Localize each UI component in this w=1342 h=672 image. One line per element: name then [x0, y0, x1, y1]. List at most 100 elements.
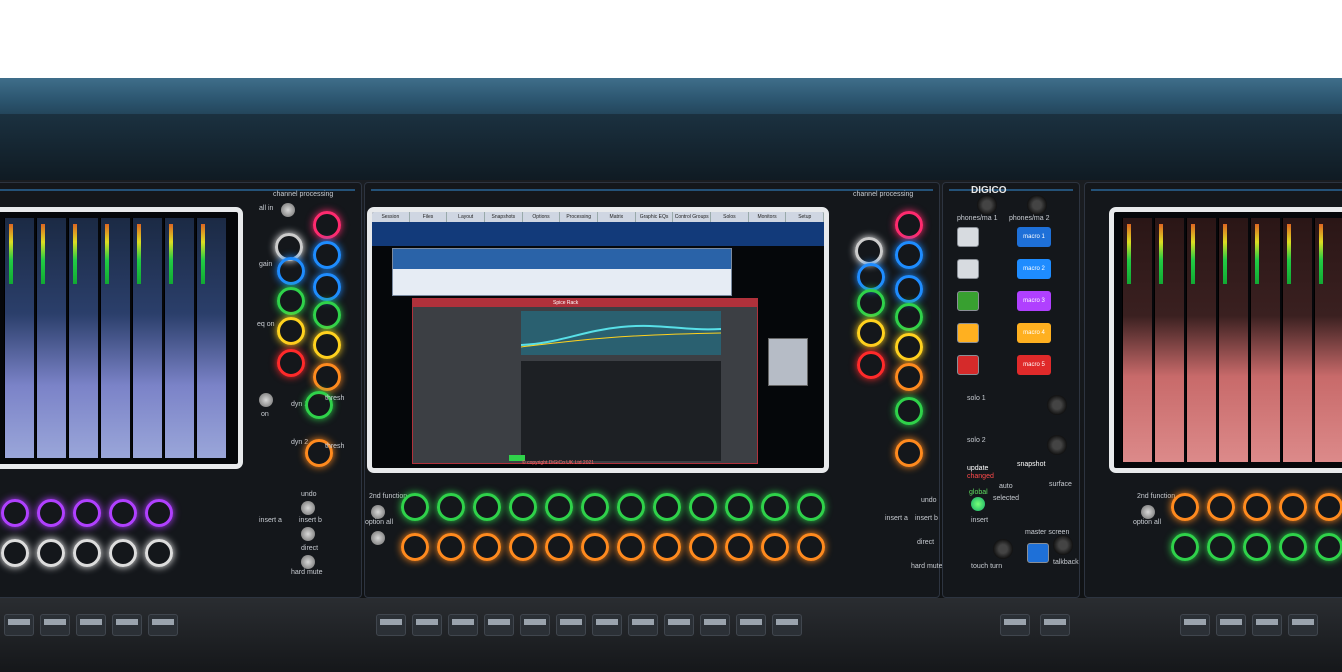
- rotary-ring-knob[interactable]: [1171, 533, 1199, 561]
- rotary-ring-knob[interactable]: [1243, 493, 1271, 521]
- fader-button[interactable]: [1216, 614, 1246, 636]
- rotary-ring-knob[interactable]: [73, 539, 101, 567]
- eq-freq-ring-knob[interactable]: [895, 303, 923, 331]
- rotary-ring-knob[interactable]: [545, 493, 573, 521]
- undo-button[interactable]: [301, 501, 315, 515]
- channel-strip[interactable]: [1218, 218, 1248, 462]
- phones1-knob[interactable]: [977, 195, 997, 215]
- second-function-button[interactable]: [371, 505, 385, 519]
- eq-curve-ring-knob[interactable]: [857, 351, 885, 379]
- channel-strip[interactable]: [132, 218, 162, 458]
- q-ring-knob[interactable]: [313, 273, 341, 301]
- tab-snapshots[interactable]: Snapshots: [485, 212, 523, 222]
- rotary-ring-knob[interactable]: [1207, 533, 1235, 561]
- rotary-ring-knob[interactable]: [689, 533, 717, 561]
- channel-strip[interactable]: [164, 218, 194, 458]
- rotary-ring-knob[interactable]: [37, 539, 65, 567]
- rewind-button[interactable]: [957, 227, 979, 247]
- global-button[interactable]: [971, 497, 985, 511]
- play-button[interactable]: [957, 291, 979, 311]
- fader-button[interactable]: [148, 614, 178, 636]
- tab-options[interactable]: Options: [523, 212, 561, 222]
- rotary-ring-knob[interactable]: [1, 539, 29, 567]
- rotary-ring-knob[interactable]: [653, 533, 681, 561]
- rotary-ring-knob[interactable]: [1279, 493, 1307, 521]
- fader-button[interactable]: [112, 614, 142, 636]
- gain-ring-knob[interactable]: [313, 211, 341, 239]
- tab-monitors[interactable]: Monitors: [749, 212, 787, 222]
- rotary-ring-knob[interactable]: [761, 493, 789, 521]
- eq-freq-ring-knob[interactable]: [313, 301, 341, 329]
- fader-button[interactable]: [376, 614, 406, 636]
- fader-button[interactable]: [40, 614, 70, 636]
- q-ring-knob[interactable]: [895, 275, 923, 303]
- rotary-ring-knob[interactable]: [109, 539, 137, 567]
- rotary-ring-knob[interactable]: [401, 493, 429, 521]
- phones2-knob[interactable]: [1027, 195, 1047, 215]
- channel-strip[interactable]: [1186, 218, 1216, 462]
- rotary-ring-knob[interactable]: [1, 499, 29, 527]
- solo1-trim-knob[interactable]: [1047, 395, 1067, 415]
- fader-button[interactable]: [700, 614, 730, 636]
- eq-freq-ring-knob[interactable]: [895, 363, 923, 391]
- eq-gain-ring-knob[interactable]: [277, 287, 305, 315]
- rotary-ring-knob[interactable]: [401, 533, 429, 561]
- channel-strip[interactable]: [36, 218, 66, 458]
- gain-ring-knob[interactable]: [277, 257, 305, 285]
- rotary-ring-knob[interactable]: [1315, 493, 1342, 521]
- rotary-ring-knob[interactable]: [581, 533, 609, 561]
- fader-button[interactable]: [520, 614, 550, 636]
- master-screen-button[interactable]: [1027, 543, 1049, 563]
- tab-session[interactable]: Session: [372, 212, 410, 222]
- fader-button[interactable]: [448, 614, 478, 636]
- fader-button[interactable]: [556, 614, 586, 636]
- touch-turn-knob[interactable]: [993, 539, 1013, 559]
- fader-button[interactable]: [592, 614, 622, 636]
- tab-matrix[interactable]: Matrix: [598, 212, 636, 222]
- rotary-ring-knob[interactable]: [145, 539, 173, 567]
- hpf-ring-knob[interactable]: [855, 237, 883, 265]
- rotary-ring-knob[interactable]: [797, 493, 825, 521]
- eq-gain-ring-knob[interactable]: [857, 289, 885, 317]
- rotary-ring-knob[interactable]: [1243, 533, 1271, 561]
- left-screen[interactable]: [0, 207, 243, 469]
- talkback-knob[interactable]: [1053, 535, 1073, 555]
- channel-strip[interactable]: [1250, 218, 1280, 462]
- rotary-ring-knob[interactable]: [725, 533, 753, 561]
- eq-ring-knob[interactable]: [277, 317, 305, 345]
- channel-strip[interactable]: [4, 218, 34, 458]
- rotary-ring-knob[interactable]: [437, 533, 465, 561]
- eq-q-ring-knob[interactable]: [895, 333, 923, 361]
- option-all-button[interactable]: [371, 531, 385, 545]
- freq-ring-knob[interactable]: [313, 241, 341, 269]
- rotary-ring-knob[interactable]: [761, 533, 789, 561]
- macro-3-button[interactable]: macro 3: [1017, 291, 1051, 311]
- center-touchscreen[interactable]: Session Files Layout Snapshots Options P…: [367, 207, 829, 473]
- fader-button[interactable]: [412, 614, 442, 636]
- tab-layout[interactable]: Layout: [447, 212, 486, 222]
- fader-button[interactable]: [76, 614, 106, 636]
- macro-5-button[interactable]: macro 5: [1017, 355, 1051, 375]
- eq-curve-ring-knob[interactable]: [277, 349, 305, 377]
- rotary-ring-knob[interactable]: [145, 499, 173, 527]
- all-in-button[interactable]: [281, 203, 295, 217]
- freq-ring-knob[interactable]: [895, 241, 923, 269]
- fader-button[interactable]: [1000, 614, 1030, 636]
- channel-strip[interactable]: [68, 218, 98, 458]
- solo2-trim-knob[interactable]: [1047, 435, 1067, 455]
- rotary-ring-knob[interactable]: [581, 493, 609, 521]
- rotary-ring-knob[interactable]: [617, 533, 645, 561]
- fader-button[interactable]: [628, 614, 658, 636]
- rotary-ring-knob[interactable]: [509, 533, 537, 561]
- rotary-ring-knob[interactable]: [1207, 493, 1235, 521]
- dyn1-thresh-ring-knob[interactable]: [895, 397, 923, 425]
- rotary-ring-knob[interactable]: [1279, 533, 1307, 561]
- tab-solos[interactable]: Solos: [711, 212, 749, 222]
- fast-forward-button[interactable]: [957, 259, 979, 279]
- second-function-button[interactable]: [1141, 505, 1155, 519]
- dyn2-thresh-ring-knob[interactable]: [895, 439, 923, 467]
- rotary-ring-knob[interactable]: [1315, 533, 1342, 561]
- dyn-on-button[interactable]: [259, 393, 273, 407]
- fader-button[interactable]: [1252, 614, 1282, 636]
- channel-strip[interactable]: [100, 218, 130, 458]
